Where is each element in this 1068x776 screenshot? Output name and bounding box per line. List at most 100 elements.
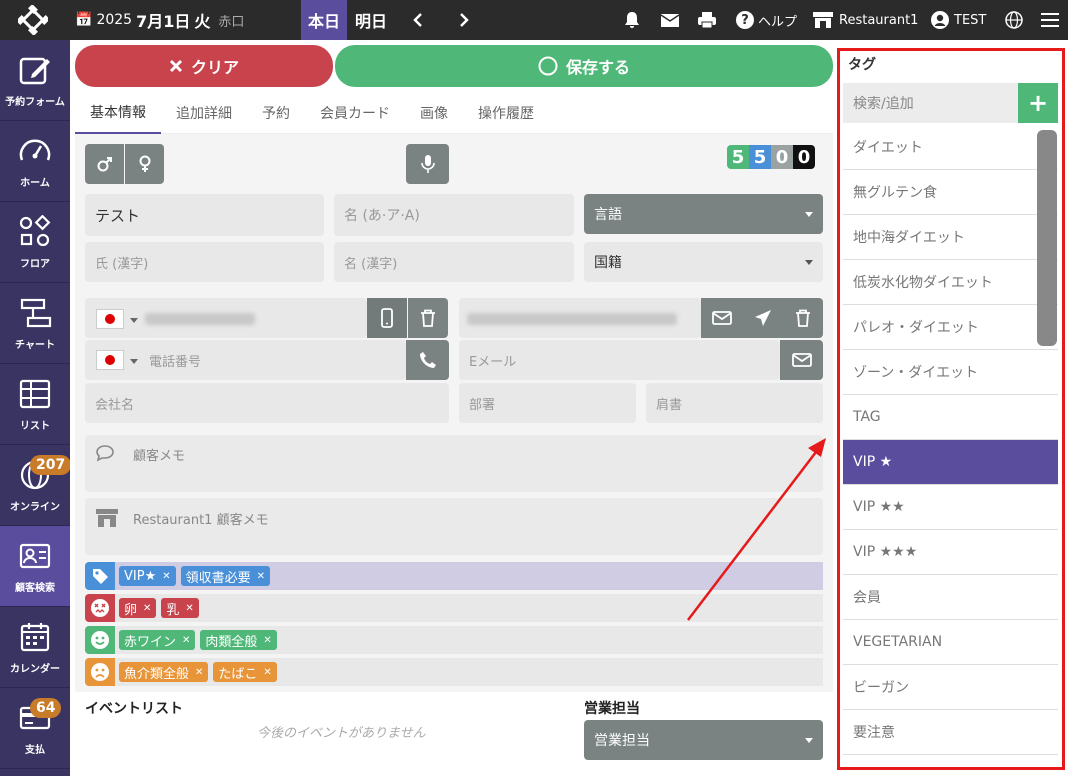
tag-list-item[interactable]: ビーガン (843, 665, 1058, 710)
bell-icon[interactable] (622, 0, 642, 40)
restaurant-selector[interactable]: Restaurant1 (812, 0, 918, 40)
sidebar-item-home[interactable]: ホーム (0, 121, 70, 202)
restaurant-memo-field[interactable]: Restaurant1 顧客メモ (85, 498, 823, 555)
allergy-chip[interactable]: 卵 ✕ (119, 598, 157, 618)
tab-reservations[interactable]: 予約 (247, 92, 305, 134)
sales-rep-select[interactable]: 営業担当 (584, 720, 823, 760)
send-mail-button[interactable] (701, 298, 742, 338)
remove-chip-icon[interactable]: ✕ (162, 571, 170, 582)
sidebar-item-floor[interactable]: フロア (0, 202, 70, 283)
first-name-kanji-field[interactable]: 名 (漢字) (334, 242, 574, 282)
trash-icon (796, 309, 810, 327)
like-chip[interactable]: 赤ワイン ✕ (119, 630, 196, 650)
sidebar-item-label: 支払 (25, 744, 45, 756)
remove-chip-icon[interactable]: ✕ (263, 667, 271, 678)
email-field-2[interactable]: Eメール (459, 340, 780, 380)
tab-additional-details[interactable]: 追加詳細 (161, 92, 247, 134)
tag-list-item[interactable]: パレオ・ダイエット (843, 305, 1058, 350)
date-display[interactable]: 📅 2025 7月1日 火 赤口 (75, 0, 244, 40)
male-button[interactable] (85, 144, 124, 184)
last-name-field[interactable]: テスト (85, 194, 324, 236)
app-logo[interactable] (18, 5, 52, 35)
tag-search-input[interactable]: 検索/追加 (843, 83, 1018, 123)
nationality-select[interactable]: 国籍 (584, 242, 823, 282)
sidebar-item-reservation-form[interactable]: 予約フォーム (0, 40, 70, 121)
tab-basic-info[interactable]: 基本情報 (75, 92, 161, 134)
remove-chip-icon[interactable]: ✕ (182, 635, 190, 646)
jp-flag-icon[interactable] (96, 350, 124, 370)
tag-list-item[interactable]: VIP ★★★ (843, 530, 1058, 575)
tag-list-item[interactable]: ゾーン・ダイエット (843, 350, 1058, 395)
sidebar-item-payment[interactable]: 支払 64 (0, 688, 70, 769)
add-tag-button[interactable]: + (1018, 83, 1058, 123)
like-chip[interactable]: 肉類全般 ✕ (200, 630, 277, 650)
globe-icon[interactable] (1004, 0, 1024, 40)
tag-list-item[interactable]: 要注意 (843, 710, 1058, 755)
company-field[interactable]: 会社名 (85, 383, 449, 423)
remove-chip-icon[interactable]: ✕ (195, 667, 203, 678)
send-button[interactable] (742, 298, 783, 338)
sidebar-item-chart[interactable]: チャート (0, 283, 70, 364)
customer-memo-field[interactable]: 顧客メモ (85, 435, 823, 492)
edit-icon (19, 57, 50, 84)
dislike-chip[interactable]: たばこ ✕ (213, 662, 277, 682)
remove-chip-icon[interactable]: ✕ (263, 635, 271, 646)
print-icon[interactable] (696, 0, 718, 40)
tag-list-scrollbar[interactable] (1037, 130, 1057, 346)
remove-chip-icon[interactable]: ✕ (143, 603, 151, 614)
tomorrow-button[interactable]: 明日 (348, 0, 394, 40)
mail-icon[interactable] (659, 0, 681, 40)
female-icon (139, 155, 150, 172)
female-button[interactable] (125, 144, 164, 184)
online-count-badge: 207 (30, 455, 72, 475)
sidebar-item-online[interactable]: オンライン 207 (0, 445, 72, 526)
last-name-kanji-field[interactable]: 氏 (漢字) (85, 242, 324, 282)
help-button[interactable]: ? ヘルプ (736, 0, 797, 40)
dislike-chip[interactable]: 魚介類全般 ✕ (119, 662, 209, 682)
tag-list-item[interactable]: 低炭水化物ダイエット (843, 260, 1058, 305)
delete-email-button[interactable] (783, 298, 823, 338)
save-button[interactable]: 保存する (335, 45, 833, 87)
tag-list-item[interactable]: 無グルテン食 (843, 170, 1058, 215)
remove-chip-icon[interactable]: ✕ (185, 603, 193, 614)
sidebar: 予約フォーム ホーム フロア チャート リスト オンライン 207 顧客検索 カ… (0, 40, 72, 776)
plus-icon: + (1027, 89, 1049, 117)
mobile-button[interactable] (367, 298, 407, 338)
sidebar-item-calendar[interactable]: カレンダー (0, 607, 70, 688)
tag-list-item[interactable]: 会員 (843, 575, 1058, 620)
chevron-left-icon[interactable] (408, 0, 428, 40)
tag-list-item[interactable]: TAG (843, 395, 1058, 440)
tag-chip[interactable]: 領収書必要 ✕ (180, 566, 271, 586)
chevron-right-icon[interactable] (454, 0, 474, 40)
tab-images[interactable]: 画像 (405, 92, 463, 134)
tag-list-item[interactable]: ダイエット (843, 125, 1058, 170)
restaurant-memo-placeholder: Restaurant1 顧客メモ (133, 513, 269, 528)
tag-list-item[interactable]: 地中海ダイエット (843, 215, 1058, 260)
caret-down-icon (130, 359, 138, 364)
question-icon: ? (736, 11, 754, 29)
tag-list-item[interactable]: VEGETARIAN (843, 620, 1058, 665)
department-field[interactable]: 部署 (459, 383, 636, 423)
tab-operation-history[interactable]: 操作履歴 (463, 92, 549, 134)
language-select[interactable]: 言語 (584, 194, 823, 234)
call-button[interactable] (406, 340, 449, 380)
sidebar-item-list[interactable]: リスト (0, 364, 70, 445)
remove-chip-icon[interactable]: ✕ (257, 571, 265, 582)
delete-phone-button[interactable] (408, 298, 448, 338)
tab-member-card[interactable]: 会員カード (305, 92, 405, 134)
clear-button[interactable]: クリア (75, 45, 333, 87)
tag-chip[interactable]: VIP★ ✕ (119, 566, 176, 586)
hamburger-menu-icon[interactable] (1040, 0, 1060, 40)
voice-input-button[interactable] (406, 144, 449, 184)
jp-flag-icon[interactable] (96, 309, 124, 329)
sidebar-item-label: フロア (20, 258, 50, 270)
tag-list-item[interactable]: VIP ★ (843, 440, 1058, 485)
user-menu[interactable]: TEST (931, 0, 986, 40)
allergy-chip[interactable]: 乳 ✕ (161, 598, 199, 618)
mail-button[interactable] (780, 340, 823, 380)
sidebar-item-customer-search[interactable]: 顧客検索 (0, 526, 70, 607)
tag-list-item[interactable]: VIP ★★ (843, 485, 1058, 530)
today-button[interactable]: 本日 (301, 0, 347, 40)
job-title-field[interactable]: 肩書 (646, 383, 823, 423)
first-name-kana-field[interactable]: 名 (あ·ア·A) (334, 194, 574, 236)
